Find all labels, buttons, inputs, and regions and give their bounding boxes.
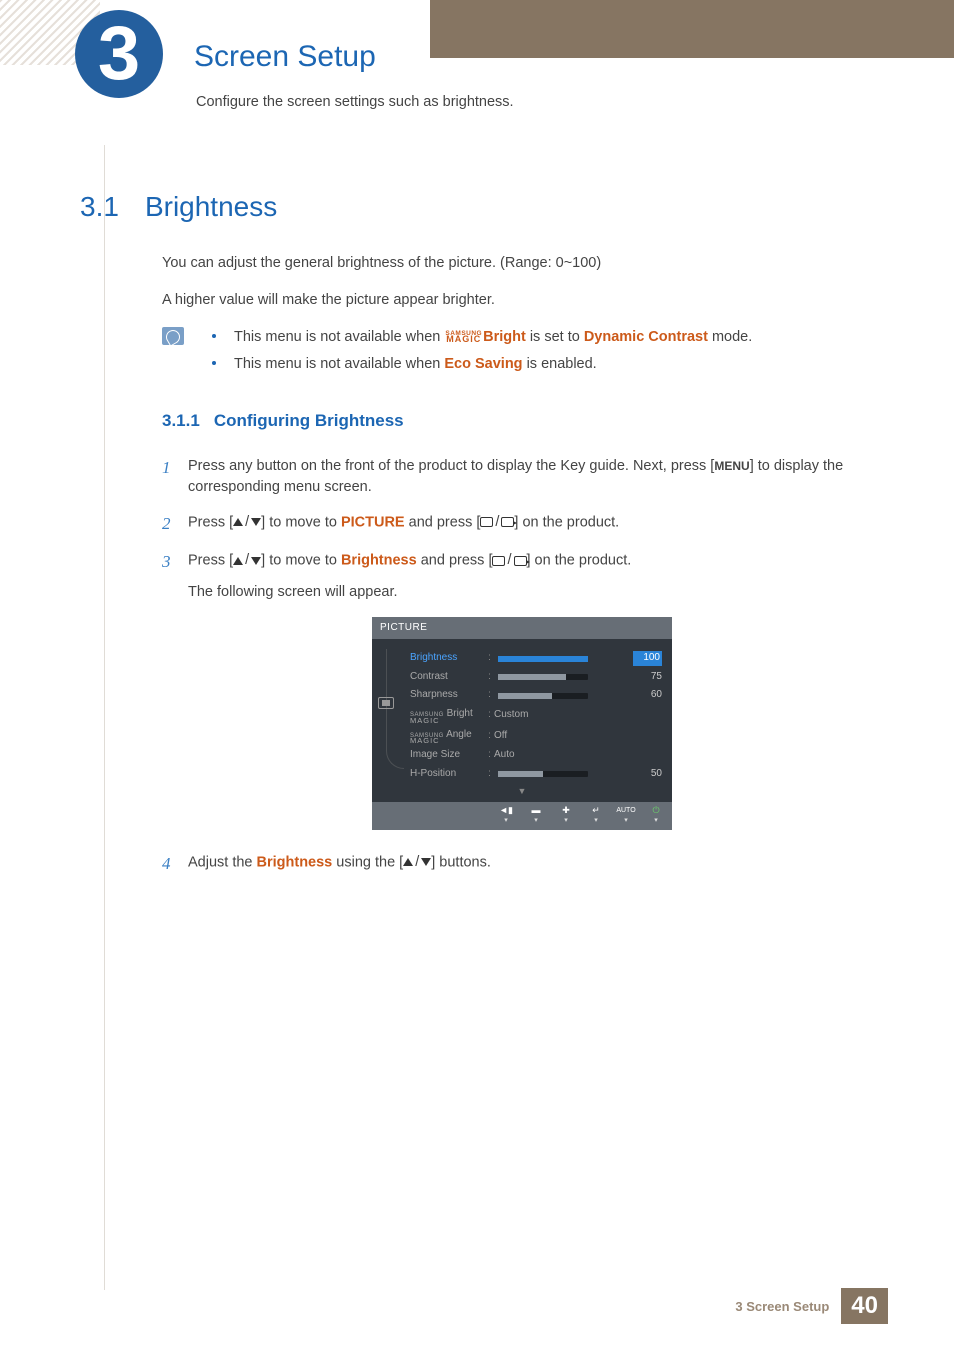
osd-enter-icon: ↵	[586, 805, 606, 816]
osd-row: Contrast:75	[382, 668, 662, 687]
osd-row: Image Size:Auto	[382, 746, 662, 765]
osd-category-icon	[378, 697, 394, 709]
samsung-magic-label: SAMSUNGMAGIC	[445, 331, 482, 344]
note-block: This menu is not available when SAMSUNGM…	[162, 327, 882, 375]
osd-row: Sharpness:60	[382, 686, 662, 705]
osd-title: PICTURE	[372, 617, 672, 640]
osd-minus-icon: ▬	[526, 805, 546, 816]
osd-footer: ◄▮▾ ▬▾ ✚▾ ↵▾ AUTO▾ ⏻▾	[372, 802, 672, 829]
osd-plus-icon: ✚	[556, 805, 576, 816]
page-number: 40	[841, 1288, 888, 1324]
chapter-number-badge: 3	[75, 10, 163, 125]
osd-back-icon: ◄▮	[496, 805, 516, 816]
body-content: You can adjust the general brightness of…	[162, 253, 882, 890]
osd-row: H-Position:50	[382, 765, 662, 784]
page-footer: 3 Screen Setup 40	[735, 1288, 888, 1324]
intro-p2: A higher value will make the picture app…	[162, 290, 882, 311]
side-rule	[104, 145, 105, 1290]
select-icon: /	[492, 550, 526, 571]
osd-row: Brightness:100	[382, 649, 662, 668]
step-1: 1 Press any button on the front of the p…	[162, 456, 882, 498]
chapter-number: 3	[98, 16, 140, 92]
bullet-icon	[212, 361, 216, 365]
osd-auto-label: AUTO	[616, 805, 636, 816]
footer-text: 3 Screen Setup	[735, 1299, 829, 1314]
up-down-icon: /	[233, 512, 261, 533]
subsection-heading: 3.1.1Configuring Brightness	[162, 409, 882, 434]
note-icon	[162, 327, 184, 345]
section-heading: 3.1 Brightness	[80, 191, 277, 223]
section-title: Brightness	[145, 191, 277, 223]
osd-scroll-down-icon: ▼	[382, 785, 662, 798]
steps-list: 1 Press any button on the front of the p…	[162, 456, 882, 603]
up-down-icon: /	[403, 852, 431, 873]
osd-screenshot: PICTURE Brightness:100Contrast:75Sharpne…	[372, 617, 672, 830]
section-number: 3.1	[80, 191, 119, 223]
osd-row: SAMSUNGMAGIC Bright:Custom	[382, 705, 662, 726]
select-icon: /	[480, 512, 514, 533]
up-down-icon: /	[233, 550, 261, 571]
note-1: This menu is not available when SAMSUNGM…	[234, 327, 752, 348]
osd-power-icon: ⏻	[646, 805, 666, 816]
menu-key: MENU	[714, 459, 749, 473]
osd-row: SAMSUNGMAGIC Angle:Off	[382, 726, 662, 747]
step-3: 3 Press [/] to move to Brightness and pr…	[162, 550, 882, 602]
intro-p1: You can adjust the general brightness of…	[162, 253, 882, 274]
chapter-desc: Configure the screen settings such as br…	[196, 94, 514, 110]
step-4: 4 Adjust the Brightness using the [/] bu…	[162, 852, 882, 877]
osd-body: Brightness:100Contrast:75Sharpness:60SAM…	[372, 639, 672, 802]
header-stripe	[430, 0, 954, 58]
note-2: This menu is not available when Eco Savi…	[234, 354, 597, 375]
chapter-title: Screen Setup	[194, 40, 376, 74]
bullet-icon	[212, 334, 216, 338]
step-2: 2 Press [/] to move to PICTURE and press…	[162, 512, 882, 537]
